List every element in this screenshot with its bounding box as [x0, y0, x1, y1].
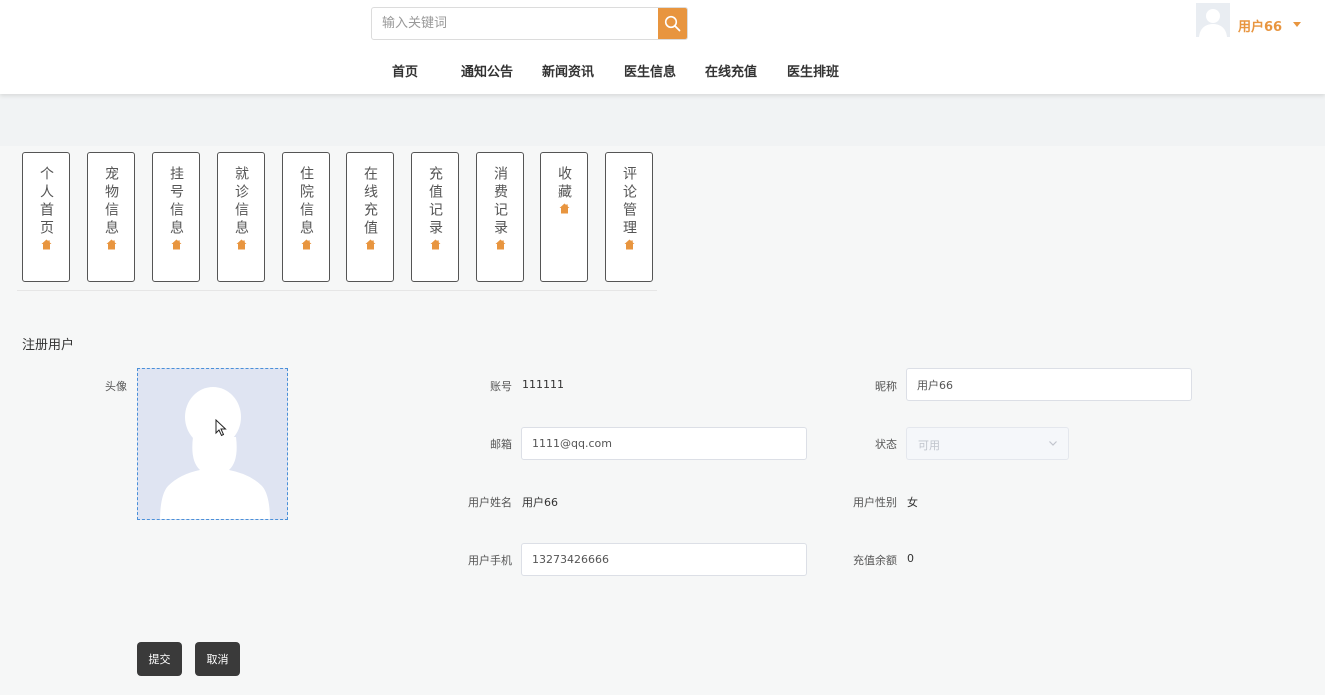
divider	[17, 290, 657, 291]
menu-recharge-records[interactable]: 充值记录	[411, 152, 459, 282]
menu-registration-info[interactable]: 挂号信息	[152, 152, 200, 282]
home-icon	[106, 239, 117, 250]
search-bar	[371, 7, 688, 40]
status-select[interactable]: 可用	[906, 427, 1069, 460]
menu-label: 评论管理	[621, 166, 637, 238]
menu-favorites[interactable]: 收藏	[540, 152, 588, 282]
submit-button[interactable]: 提交	[137, 642, 182, 676]
gender-value: 女	[907, 496, 918, 509]
search-button[interactable]	[658, 8, 687, 39]
menu-pet-info[interactable]: 宠物信息	[87, 152, 135, 282]
home-icon	[559, 203, 570, 214]
gender-label: 用户性别	[853, 496, 897, 509]
home-icon	[624, 239, 635, 250]
nav-news[interactable]: 新闻资讯	[542, 61, 594, 80]
menu-background	[0, 94, 1325, 146]
menu-consumption-records[interactable]: 消费记录	[476, 152, 524, 282]
home-icon	[301, 239, 312, 250]
user-avatar-icon	[1196, 3, 1230, 37]
top-header: 用户66 首页 通知公告 新闻资讯 医生信息 在线充值 医生排班	[0, 0, 1325, 94]
nav-home[interactable]: 首页	[392, 61, 418, 80]
account-label: 账号	[490, 380, 512, 393]
balance-label: 充值余额	[853, 554, 897, 567]
avatar-label: 头像	[105, 380, 127, 393]
mouse-cursor-icon	[215, 419, 227, 437]
chevron-down-icon	[1293, 22, 1301, 27]
balance-value: 0	[907, 552, 914, 565]
user-placeholder-icon	[138, 369, 287, 519]
menu-label: 在线充值	[362, 166, 378, 238]
nav-notices[interactable]: 通知公告	[461, 61, 513, 80]
avatar-upload[interactable]	[137, 368, 288, 520]
menu-label: 就诊信息	[233, 166, 249, 238]
status-value: 可用	[918, 439, 940, 452]
realname-value: 用户66	[522, 496, 558, 509]
menu-hospitalization-info[interactable]: 住院信息	[282, 152, 330, 282]
home-icon	[171, 239, 182, 250]
home-icon	[430, 239, 441, 250]
realname-label: 用户姓名	[468, 496, 512, 509]
menu-online-recharge[interactable]: 在线充值	[346, 152, 394, 282]
username: 用户66	[1238, 20, 1283, 35]
nav-doctors[interactable]: 医生信息	[624, 61, 676, 80]
search-icon	[664, 15, 681, 32]
home-icon	[365, 239, 376, 250]
nav-schedule[interactable]: 医生排班	[787, 61, 839, 80]
home-icon	[41, 239, 52, 250]
menu-label: 收藏	[556, 166, 572, 202]
phone-field[interactable]	[521, 543, 807, 576]
search-input[interactable]	[372, 8, 660, 39]
menu-label: 宠物信息	[103, 166, 119, 238]
home-icon	[236, 239, 247, 250]
home-icon	[495, 239, 506, 250]
nickname-label: 昵称	[875, 380, 897, 393]
menu-comment-management[interactable]: 评论管理	[605, 152, 653, 282]
section-title: 注册用户	[22, 338, 75, 353]
menu-label: 个人首页	[38, 166, 54, 238]
menu-label: 充值记录	[427, 166, 443, 238]
menu-visit-info[interactable]: 就诊信息	[217, 152, 265, 282]
nickname-field[interactable]	[906, 368, 1192, 401]
status-label: 状态	[875, 438, 897, 451]
account-value: 111111	[522, 378, 564, 391]
nav-recharge[interactable]: 在线充值	[705, 61, 757, 80]
menu-label: 挂号信息	[168, 166, 184, 238]
email-field[interactable]	[521, 427, 807, 460]
cancel-button[interactable]: 取消	[195, 642, 240, 676]
user-menu[interactable]: 用户66	[1196, 3, 1316, 37]
email-label: 邮箱	[490, 438, 512, 451]
phone-label: 用户手机	[468, 554, 512, 567]
menu-label: 消费记录	[492, 166, 508, 238]
chevron-down-icon	[1049, 441, 1057, 446]
menu-personal-home[interactable]: 个人首页	[22, 152, 70, 282]
menu-label: 住院信息	[298, 166, 314, 238]
